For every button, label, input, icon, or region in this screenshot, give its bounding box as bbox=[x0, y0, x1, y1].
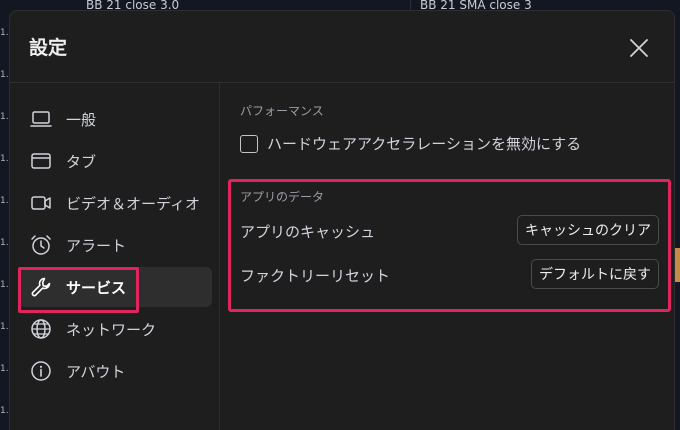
app-data-section-title: アプリのデータ bbox=[240, 190, 325, 204]
sidebar-item-label: アバウト bbox=[66, 362, 126, 381]
close-icon bbox=[630, 39, 648, 57]
sidebar-item-label: 一般 bbox=[66, 110, 97, 129]
settings-content: パフォーマンス ハードウェアアクセラレーションを無効にする アプリのデータ アプ… bbox=[221, 83, 676, 430]
performance-section-title: パフォーマンス bbox=[240, 104, 324, 118]
laptop-icon bbox=[30, 108, 52, 130]
sidebar-item-label: タブ bbox=[66, 152, 97, 171]
clear-cache-button[interactable]: キャッシュのクリア bbox=[517, 215, 659, 245]
sidebar-item-about[interactable]: アバウト bbox=[18, 351, 212, 391]
price-axis-ticks: 1. 1. 1. 1. 1. 1. 1. 1. 1. 1. bbox=[0, 0, 9, 430]
axis-tick: 1. bbox=[0, 280, 9, 290]
close-button[interactable] bbox=[628, 37, 650, 59]
sidebar-item-label: ネットワーク bbox=[66, 320, 157, 339]
axis-tick: 1. bbox=[0, 406, 9, 416]
axis-tick: 1. bbox=[0, 322, 9, 332]
settings-dialog: 設定 一般 タブ ビデオ＆オーディオ アラート サービス ネットワーク アバウト… bbox=[9, 10, 675, 430]
hw-accel-label: ハードウェアアクセラレーションを無効にする bbox=[267, 135, 582, 153]
hw-accel-row[interactable]: ハードウェアアクセラレーションを無効にする bbox=[240, 133, 581, 154]
video-camera-icon bbox=[30, 192, 52, 214]
axis-tick: 1. bbox=[0, 364, 9, 374]
axis-tick: 1. bbox=[0, 112, 9, 122]
axis-tick: 1. bbox=[0, 238, 9, 248]
sidebar-item-video-audio[interactable]: ビデオ＆オーディオ bbox=[18, 183, 212, 223]
sidebar-item-label: アラート bbox=[66, 236, 127, 255]
sidebar-item-label: サービス bbox=[66, 278, 127, 297]
axis-tick: 1. bbox=[0, 28, 9, 38]
cache-label: アプリのキャッシュ bbox=[240, 223, 376, 241]
dialog-header: 設定 bbox=[10, 11, 674, 83]
window-icon bbox=[30, 150, 52, 172]
sidebar-item-network[interactable]: ネットワーク bbox=[18, 309, 212, 349]
sidebar-item-label: ビデオ＆オーディオ bbox=[66, 194, 200, 213]
alarm-clock-icon bbox=[30, 234, 52, 256]
axis-tick: 1. bbox=[0, 70, 9, 80]
info-icon bbox=[30, 360, 52, 382]
settings-sidebar: 一般 タブ ビデオ＆オーディオ アラート サービス ネットワーク アバウト bbox=[10, 83, 220, 430]
sidebar-item-alerts[interactable]: アラート bbox=[18, 225, 212, 265]
sidebar-item-services[interactable]: サービス bbox=[18, 267, 212, 307]
factory-reset-label: ファクトリーリセット bbox=[240, 267, 391, 285]
dialog-title: 設定 bbox=[29, 37, 68, 59]
reset-defaults-button[interactable]: デフォルトに戻す bbox=[531, 259, 659, 289]
sidebar-item-tabs[interactable]: タブ bbox=[18, 141, 212, 181]
globe-icon bbox=[30, 318, 52, 340]
hw-accel-checkbox[interactable] bbox=[240, 134, 258, 153]
sidebar-item-general[interactable]: 一般 bbox=[18, 99, 212, 139]
app-data-section: アプリのデータ アプリのキャッシュ キャッシュのクリア ファクトリーリセット デ… bbox=[228, 179, 671, 312]
wrench-icon bbox=[30, 276, 52, 298]
axis-tick: 1. bbox=[0, 154, 9, 164]
axis-tick: 1. bbox=[0, 196, 9, 206]
